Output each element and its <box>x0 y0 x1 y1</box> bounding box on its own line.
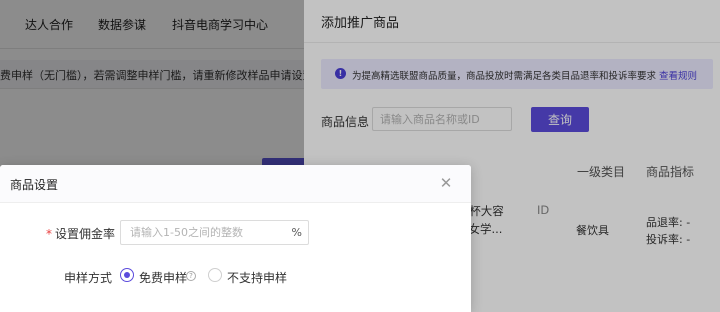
close-icon[interactable]: ✕ <box>437 174 455 192</box>
help-circle-icon[interactable]: ? <box>186 271 196 281</box>
no-sample-radio[interactable] <box>208 268 222 282</box>
product-settings-modal: 商品设置 ✕ * 设置佣金率 % 申样方式 免费申样 ? 不支持申样 <box>0 165 471 312</box>
required-mark: * <box>46 227 52 241</box>
commission-rate-field: % <box>120 220 309 245</box>
modal-title: 商品设置 <box>10 178 59 192</box>
percent-suffix: % <box>291 226 302 239</box>
free-sample-radio[interactable] <box>120 268 134 282</box>
commission-rate-input[interactable] <box>121 221 286 244</box>
modal-header: 商品设置 ✕ <box>0 165 471 203</box>
free-sample-label[interactable]: 免费申样 <box>139 269 187 286</box>
no-sample-label[interactable]: 不支持申样 <box>227 269 287 286</box>
sample-method-label: 申样方式 <box>64 271 113 285</box>
commission-rate-label: 设置佣金率 <box>55 227 116 241</box>
